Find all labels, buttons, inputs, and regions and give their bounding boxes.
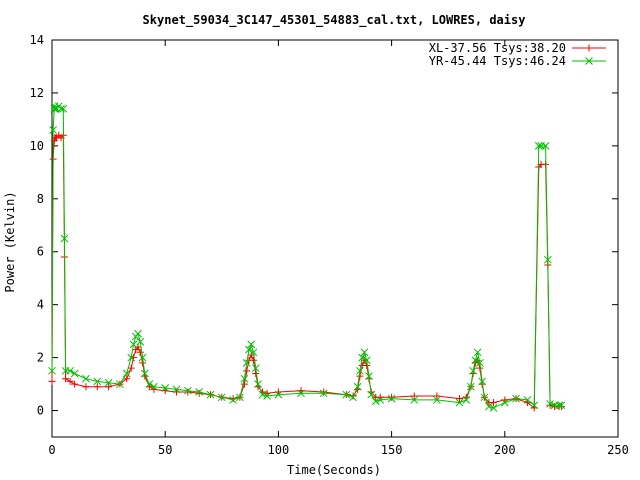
y-tick-label-3: 6 [37,245,44,259]
series-1-line [51,105,562,409]
y-tick-label-7: 14 [30,33,44,47]
series-0-point-36 [243,367,251,375]
series-1-point-13 [82,374,90,383]
legend-label-1: YR-45.44 Tsys:46.24 [429,54,566,68]
series-0 [48,131,565,412]
x-tick-label-4: 200 [494,443,516,457]
series-0-point-15 [105,383,113,391]
y-tick-label-0: 0 [37,404,44,418]
series-0-point-58 [388,393,396,401]
x-tick-label-2: 100 [268,443,290,457]
x-axis-label: Time(Seconds) [287,463,381,477]
y-tick-label-4: 8 [37,192,44,206]
y-tick-label-1: 2 [37,351,44,365]
plot-frame [51,39,619,438]
legend-label-0: XL-37.56 Tsys:38.20 [429,41,566,55]
y-axis-label: Power (Kelvin) [3,191,17,292]
series-0-point-13 [82,383,90,391]
series-0-point-59 [410,392,418,400]
y-tick-label-6: 12 [30,86,44,100]
series-0-point-0 [48,377,56,385]
y-tick-label-2: 4 [37,298,44,312]
series-0-point-46 [320,388,328,396]
series-0-point-61 [456,395,464,403]
series-layer [48,102,566,412]
y-tick-label-5: 10 [30,139,44,153]
legend-marker-0 [585,44,593,52]
chart: Skynet_59034_3C147_45301_54883_cal.txt, … [3,13,629,477]
series-1 [48,102,566,412]
series-0-point-29 [184,388,192,396]
legend: XL-37.56 Tsys:38.20YR-45.44 Tsys:46.24 [429,41,606,68]
x-tick-label-1: 50 [158,443,172,457]
series-0-point-30 [195,389,203,397]
x-tick-label-0: 0 [48,443,55,457]
series-0-point-60 [433,392,441,400]
chart-title: Skynet_59034_3C147_45301_54883_cal.txt, … [143,13,526,28]
x-tick-label-5: 250 [607,443,629,457]
x-tick-label-3: 150 [381,443,403,457]
series-1-point-21 [134,329,142,338]
